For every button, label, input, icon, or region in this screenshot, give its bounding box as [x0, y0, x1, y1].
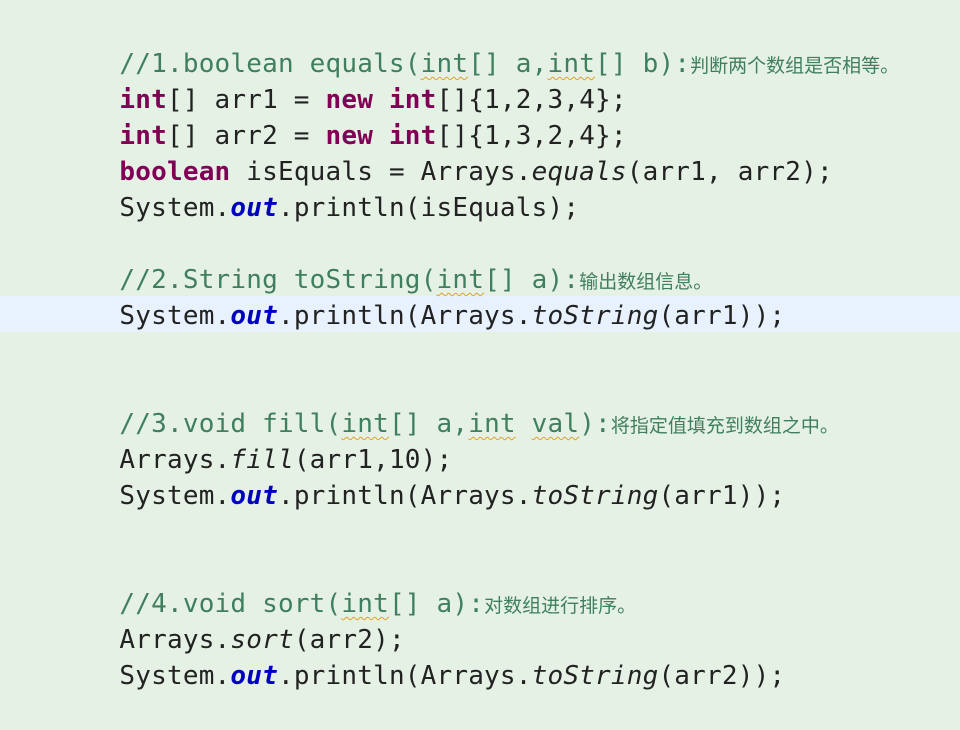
code-line-println-tostring-arr1[interactable]: System.out.println(Arrays.toString(arr1)…: [56, 262, 785, 331]
code-text: .println(Arrays.: [277, 481, 532, 511]
comment-chinese: 对数组进行排序。: [484, 595, 637, 617]
code-text: System.: [119, 193, 231, 223]
code-text: .println(Arrays.: [277, 661, 532, 691]
code-line-comment-sort[interactable]: //4.void sort(int[] a):对数组进行排序。: [56, 550, 636, 619]
static-field-out: out: [230, 481, 278, 511]
code-text: System.: [119, 661, 231, 691]
code-line-println-is-equals[interactable]: System.out.println(isEquals);: [56, 154, 579, 223]
static-field-out: out: [230, 301, 278, 331]
static-method-tostring: toString: [531, 661, 659, 691]
code-text: (arr1, arr2);: [626, 157, 833, 187]
code-line-fill-arr1[interactable]: Arrays.fill(arr1,10);: [56, 406, 452, 475]
static-field-out: out: [230, 193, 278, 223]
code-text: (arr2));: [658, 661, 786, 691]
code-text: .println(Arrays.: [277, 301, 532, 331]
code-text: System.: [119, 481, 231, 511]
code-line-comment-tostring[interactable]: //2.String toString(int[] a):输出数组信息。: [56, 226, 712, 295]
comment-text: [516, 409, 532, 439]
static-method-tostring: toString: [531, 481, 659, 511]
comment-text: ):: [579, 409, 611, 439]
code-line-is-equals[interactable]: boolean isEquals = Arrays.equals(arr1, a…: [56, 118, 833, 187]
code-text: .println(isEquals);: [277, 193, 580, 223]
code-line-println-tostring-arr1-after-fill[interactable]: System.out.println(Arrays.toString(arr1)…: [56, 442, 785, 511]
static-method-tostring: toString: [531, 301, 659, 331]
spell-flag-int: int: [468, 409, 516, 439]
code-line-comment-fill[interactable]: //3.void fill(int[] a,int val):将指定值填充到数组…: [56, 370, 839, 439]
code-text: (arr1));: [658, 481, 786, 511]
spell-flag-val: val: [531, 409, 580, 439]
code-text: System.: [119, 301, 231, 331]
code-line-comment-equals[interactable]: //1.boolean equals(int[] a,int[] b):判断两个…: [56, 10, 899, 79]
code-text: (arr1));: [658, 301, 786, 331]
code-line-arr2-declaration[interactable]: int[] arr2 = new int[]{1,3,2,4};: [56, 82, 627, 151]
comment-chinese: 将指定值填充到数组之中。: [610, 415, 839, 437]
comment-chinese: 判断两个数组是否相等。: [690, 55, 900, 77]
code-editor[interactable]: //1.boolean equals(int[] a,int[] b):判断两个…: [0, 0, 960, 691]
static-field-out: out: [230, 661, 278, 691]
code-line-println-tostring-arr2[interactable]: System.out.println(Arrays.toString(arr2)…: [56, 622, 785, 691]
code-line-arr1-declaration[interactable]: int[] arr1 = new int[]{1,2,3,4};: [56, 46, 627, 115]
code-line-sort-arr2[interactable]: Arrays.sort(arr2);: [56, 586, 405, 655]
